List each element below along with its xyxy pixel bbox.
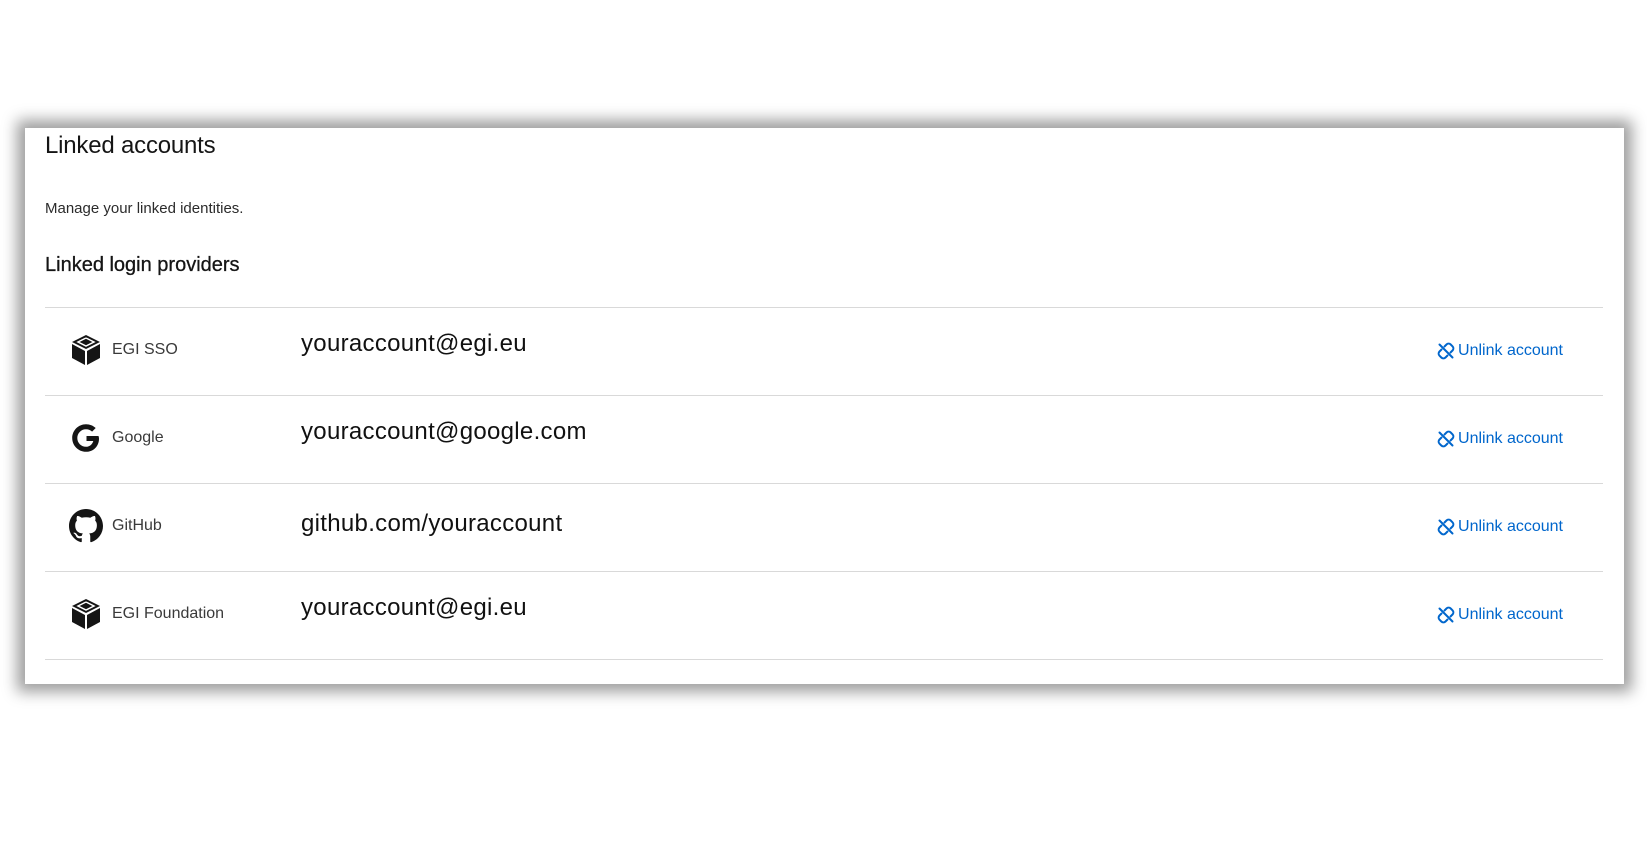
account-identity: youraccount@egi.eu <box>301 330 527 357</box>
list-item: EGI Foundation youraccount@egi.eu Unlink… <box>45 572 1603 660</box>
provider-name: Google <box>112 429 164 446</box>
account-identity: youraccount@google.com <box>301 418 587 445</box>
unlink-account-label: Unlink account <box>1458 518 1563 535</box>
provider-name: EGI Foundation <box>112 605 225 622</box>
provider-name: GitHub <box>112 517 162 534</box>
unlink-account-label: Unlink account <box>1458 606 1563 623</box>
account-identity: youraccount@egi.eu <box>301 594 527 621</box>
unlink-icon <box>1437 342 1455 360</box>
account-identity: github.com/youraccount <box>301 510 563 537</box>
google-icon <box>69 421 103 455</box>
unlink-account-button[interactable]: Unlink account <box>1437 606 1563 624</box>
provider-name: EGI SSO <box>112 341 178 358</box>
list-item: GitHub github.com/youraccount Unlink acc… <box>45 484 1603 572</box>
unlink-icon <box>1437 430 1455 448</box>
unlink-account-button[interactable]: Unlink account <box>1437 518 1563 536</box>
unlink-icon <box>1437 518 1455 536</box>
linked-accounts-card: Linked accounts Manage your linked ident… <box>25 128 1624 684</box>
unlink-icon <box>1437 606 1455 624</box>
section-title: Linked login providers <box>45 254 240 276</box>
github-icon <box>69 509 103 543</box>
unlink-account-button[interactable]: Unlink account <box>1437 430 1563 448</box>
unlink-account-button[interactable]: Unlink account <box>1437 342 1563 360</box>
linked-providers-list: EGI SSO youraccount@egi.eu Unlink accoun… <box>45 307 1603 660</box>
cube-icon <box>69 597 103 631</box>
unlink-account-label: Unlink account <box>1458 342 1563 359</box>
cube-icon <box>69 333 103 367</box>
list-item: Google youraccount@google.com Unlink acc… <box>45 396 1603 484</box>
page-title: Linked accounts <box>45 132 216 159</box>
unlink-account-label: Unlink account <box>1458 430 1563 447</box>
page-subtitle: Manage your linked identities. <box>45 200 244 217</box>
list-item: EGI SSO youraccount@egi.eu Unlink accoun… <box>45 308 1603 396</box>
